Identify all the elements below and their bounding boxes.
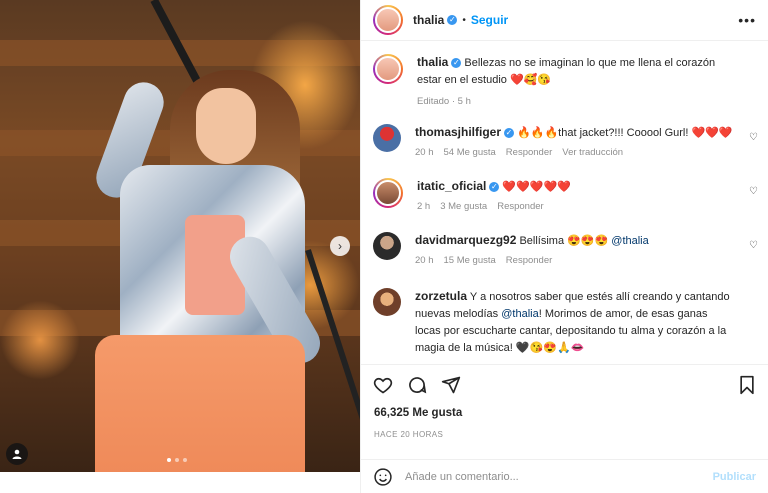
reply-button[interactable]: Responder: [506, 144, 552, 161]
author-avatar[interactable]: [373, 5, 403, 35]
caption-emojis: ❤️🥰😘: [509, 74, 552, 86]
comment-body: zorzetula Y a nosotros saber que estés a…: [415, 288, 735, 357]
next-slide-button[interactable]: ›: [330, 236, 350, 256]
action-bar: [361, 364, 768, 404]
comment-body: itatic_oficial ✓ ❤️❤️❤️❤️❤️ 2 h 3 Me gust…: [417, 178, 737, 215]
comment-username[interactable]: thomasjhilfiger: [415, 125, 501, 139]
share-icon[interactable]: [441, 375, 461, 395]
light-glow: [0, 300, 80, 380]
comment-username[interactable]: itatic_oficial: [417, 179, 486, 193]
face: [196, 88, 256, 164]
like-comment-heart-icon[interactable]: ♡: [749, 186, 758, 197]
comment-emojis: 🔥🔥🔥: [517, 127, 559, 139]
post-panel: thalia ✓ • Seguir ••• thalia ✓ Bellezas n…: [360, 0, 768, 493]
comment-likes[interactable]: 3 Me gusta: [440, 198, 487, 215]
post-header: thalia ✓ • Seguir •••: [361, 0, 768, 41]
caption-avatar[interactable]: [373, 54, 403, 84]
comment-item: thomasjhilfiger ✓ 🔥🔥🔥that jacket?!!! Cooo…: [373, 124, 758, 161]
comment-mention[interactable]: @thalia: [501, 308, 538, 320]
comment-item: itatic_oficial ✓ ❤️❤️❤️❤️❤️ 2 h 3 Me gust…: [373, 178, 758, 215]
carousel-dot: [167, 458, 171, 462]
post-photo[interactable]: ›: [0, 0, 360, 472]
post-time: HACE 20 HORAS: [374, 430, 444, 439]
translate-button[interactable]: Ver traducción: [562, 144, 623, 161]
comment-icon[interactable]: [407, 375, 427, 395]
comment-body: davidmarquezg92 Bellísima 😍😍😍 @thalia 20…: [415, 232, 735, 269]
tagged-users-button[interactable]: [6, 443, 28, 465]
comment-emojis: ❤️❤️❤️❤️❤️: [502, 181, 571, 193]
comment-emojis: ❤️❤️❤️: [691, 127, 733, 139]
like-comment-heart-icon[interactable]: ♡: [749, 132, 758, 143]
comment-meta: 20 h 54 Me gusta Responder Ver traducció…: [415, 144, 735, 161]
comment-body: thomasjhilfiger ✓ 🔥🔥🔥that jacket?!!! Cooo…: [415, 124, 735, 161]
carousel-indicator: [167, 458, 187, 462]
comment-username[interactable]: zorzetula: [415, 289, 467, 303]
add-comment-bar: Publicar: [361, 459, 768, 493]
comment-emojis: 🖤😘😍🙏👄: [515, 342, 585, 354]
comment-input[interactable]: [405, 470, 713, 483]
comment-username[interactable]: davidmarquezg92: [415, 233, 516, 247]
caption-edited-time: Editado · 5 h: [417, 96, 471, 107]
commenter-avatar[interactable]: [373, 232, 401, 260]
like-comment-heart-icon[interactable]: ♡: [749, 240, 758, 251]
more-options-icon[interactable]: •••: [738, 12, 756, 28]
comment-text: Bellísima: [519, 235, 565, 247]
comment-time: 20 h: [415, 255, 434, 266]
comment-time: 20 h: [415, 147, 434, 158]
author-username[interactable]: thalia: [413, 13, 444, 27]
pants: [95, 335, 305, 472]
verified-icon: ✓: [489, 182, 500, 193]
emoji-icon[interactable]: [373, 467, 393, 487]
tag-user-icon: [12, 449, 22, 459]
separator-dot: •: [462, 14, 466, 26]
follow-button[interactable]: Seguir: [471, 13, 508, 27]
verified-icon: ✓: [504, 128, 515, 139]
reply-button[interactable]: Responder: [506, 252, 552, 269]
comment-emojis: 😍😍😍: [567, 235, 609, 247]
chevron-right-icon: ›: [338, 239, 342, 253]
comments-list[interactable]: thalia ✓ Bellezas no se imaginan lo que m…: [361, 42, 768, 362]
comment-likes[interactable]: 15 Me gusta: [444, 252, 496, 269]
caption-meta: Editado · 5 h: [417, 93, 737, 110]
caption-text: Bellezas no se imaginan lo que me llena …: [417, 57, 716, 86]
comment-likes[interactable]: 54 Me gusta: [444, 144, 496, 161]
verified-icon: ✓: [451, 58, 462, 69]
commenter-avatar[interactable]: [373, 178, 403, 208]
reply-button[interactable]: Responder: [497, 198, 543, 215]
caption-username[interactable]: thalia: [417, 55, 448, 69]
commenter-avatar[interactable]: [373, 288, 401, 316]
comment-mention[interactable]: @thalia: [611, 235, 648, 247]
carousel-dot: [183, 458, 187, 462]
save-icon[interactable]: [738, 375, 756, 395]
caption-body: thalia ✓ Bellezas no se imaginan lo que m…: [417, 54, 737, 110]
comment-time: 2 h: [417, 201, 431, 212]
likes-count[interactable]: 66,325 Me gusta: [374, 407, 462, 419]
comment-meta: 2 h 3 Me gusta Responder: [417, 198, 737, 215]
comment-text: that jacket?!!! Cooool Gurl!: [558, 127, 689, 139]
comment-item: zorzetula Y a nosotros saber que estés a…: [373, 288, 758, 357]
caption: thalia ✓ Bellezas no se imaginan lo que m…: [373, 54, 758, 110]
heart-icon[interactable]: [373, 375, 393, 395]
comment-item: davidmarquezg92 Bellísima 😍😍😍 @thalia 20…: [373, 232, 758, 269]
publish-button[interactable]: Publicar: [713, 471, 756, 483]
comment-meta: 20 h 15 Me gusta Responder: [415, 252, 735, 269]
commenter-avatar[interactable]: [373, 124, 401, 152]
carousel-dot: [175, 458, 179, 462]
verified-icon: ✓: [447, 15, 458, 25]
